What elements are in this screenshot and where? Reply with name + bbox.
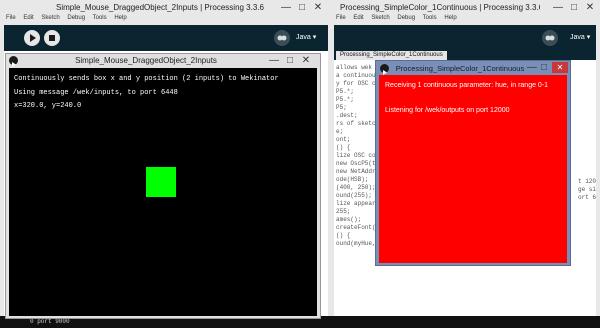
draggable-box[interactable] — [146, 167, 176, 197]
menu-debug[interactable]: Debug — [397, 15, 415, 21]
info-line-1: Continuously sends box x and y position … — [14, 75, 279, 83]
menu-file[interactable]: File — [336, 15, 346, 21]
console-text: 0 port 9000 — [30, 318, 70, 325]
sketch-left-controls: — □ ✕ — [268, 55, 318, 67]
minimize-button[interactable]: — — [280, 2, 292, 14]
menu-file[interactable]: File — [6, 15, 16, 21]
menu-edit[interactable]: Edit — [23, 15, 33, 21]
status-line-2: Listening for /wek/outputs on port 12000 — [385, 107, 510, 114]
close-button[interactable]: ✕ — [312, 2, 324, 14]
butterfly-icon — [277, 35, 287, 41]
code-line: ge size 0 — [578, 186, 596, 193]
debugger-button[interactable] — [542, 30, 558, 46]
left-toolbar: Java ▾ — [4, 25, 328, 51]
close-button[interactable]: ✕ — [552, 62, 568, 73]
menu-sketch[interactable]: Sketch — [41, 15, 59, 21]
mode-selector[interactable]: Java ▾ — [570, 33, 590, 41]
code-overflow: t 12000 ge size 0 ort 6448 — [578, 178, 596, 202]
status-line-1: Receiving 1 continuous parameter: hue, i… — [385, 82, 549, 89]
menu-help[interactable]: Help — [444, 15, 456, 21]
left-menu-bar: File Edit Sketch Debug Tools Help — [6, 15, 133, 21]
maximize-button[interactable]: □ — [568, 2, 580, 14]
left-ide-controls: — □ ✕ — [278, 2, 328, 14]
right-toolbar: Java ▾ — [334, 25, 596, 51]
menu-tools[interactable]: Tools — [423, 15, 437, 21]
menu-edit[interactable]: Edit — [353, 15, 363, 21]
menu-help[interactable]: Help — [114, 15, 126, 21]
right-console — [330, 316, 600, 328]
processing-logo-icon — [9, 56, 18, 67]
sketch-right-title: Processing_SimpleColor_1Continuous — [395, 64, 525, 73]
maximize-button[interactable]: □ — [538, 62, 550, 74]
debugger-button[interactable] — [274, 30, 290, 46]
right-menu-bar: File Edit Sketch Debug Tools Help — [336, 15, 463, 21]
sketch-window-right: Processing_SimpleColor_1Continuous — □ ✕… — [375, 60, 571, 266]
stop-button[interactable] — [44, 30, 60, 46]
play-icon — [30, 34, 36, 42]
left-ide-title: Simple_Mouse_DraggedObject_2Inputs | Pro… — [56, 3, 264, 12]
right-ide-controls: — □ ✕ — [550, 2, 600, 14]
sketch-right-canvas[interactable]: Receiving 1 continuous parameter: hue, i… — [379, 75, 567, 263]
close-button[interactable]: ✕ — [300, 55, 312, 67]
tab-bar: Processing_SimpleColor_1Continuous — [334, 51, 596, 60]
menu-tools[interactable]: Tools — [93, 15, 107, 21]
info-line-3: x=320.0, y=240.0 — [14, 102, 82, 110]
minimize-button[interactable]: — — [268, 55, 280, 67]
code-line: ort 6448 — [578, 194, 596, 201]
menu-debug[interactable]: Debug — [67, 15, 85, 21]
tab-sketch[interactable]: Processing_SimpleColor_1Continuous — [336, 51, 447, 60]
code-line: t 12000 — [578, 178, 596, 185]
mode-selector[interactable]: Java ▾ — [296, 33, 316, 41]
sketch-window-left: Simple_Mouse_DraggedObject_2Inputs — □ ✕… — [5, 53, 321, 319]
run-button[interactable] — [24, 30, 40, 46]
minimize-button[interactable]: — — [552, 2, 564, 14]
right-ide-title: Processing_SimpleColor_1Continuous | Pro… — [340, 3, 540, 12]
minimize-button[interactable]: — — [526, 62, 538, 74]
menu-sketch[interactable]: Sketch — [371, 15, 389, 21]
info-line-2: Using message /wek/inputs, to port 6448 — [14, 89, 178, 97]
close-button[interactable]: ✕ — [584, 2, 596, 14]
butterfly-icon — [545, 35, 555, 41]
maximize-button[interactable]: □ — [296, 2, 308, 14]
processing-logo-icon — [380, 64, 389, 75]
sketch-left-title: Simple_Mouse_DraggedObject_2Inputs — [75, 56, 217, 65]
sketch-right-controls: — □ ✕ — [526, 62, 570, 74]
maximize-button[interactable]: □ — [284, 55, 296, 67]
stop-icon — [49, 35, 55, 41]
sketch-left-canvas[interactable]: Continuously sends box x and y position … — [9, 68, 317, 316]
